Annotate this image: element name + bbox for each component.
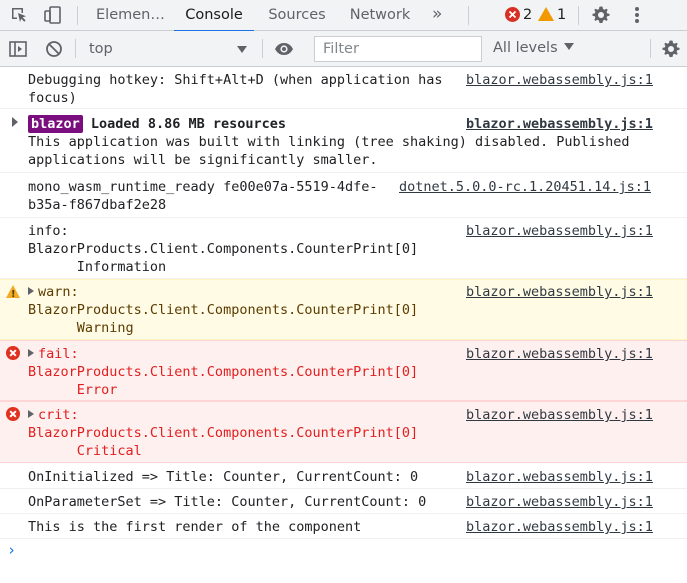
eye-icon[interactable] [274,39,294,59]
context-selector[interactable]: top [81,35,253,63]
log-levels-dropdown[interactable]: All levels [493,31,574,67]
source-link[interactable]: blazor.webassembly.js:1 [466,222,653,240]
console-message-group: blazor Loaded 8.86 MB resources This app… [0,109,687,173]
source-link[interactable]: blazor.webassembly.js:1 [466,468,653,486]
source-link[interactable]: dotnet.5.0.0-rc.1.20451.14.js:1 [399,178,651,196]
console-toolbar: top All levels [0,31,687,67]
source-link[interactable]: blazor.webassembly.js:1 [466,493,653,511]
tab-network[interactable]: Network [345,0,415,31]
settings-gear-icon[interactable] [591,5,611,25]
message-text: OnParameterSet => Title: Counter, Curren… [28,494,427,510]
message-text: crit: BlazorProducts.Client.Components.C… [28,407,419,459]
tab-console[interactable]: Console [174,0,254,32]
console-error-message: crit: BlazorProducts.Client.Components.C… [0,401,687,463]
console-settings-gear-icon[interactable] [661,39,681,59]
toolbar-divider [75,39,76,58]
devtools-tab-bar: Elemen… Console Sources Network » 2 1 [0,0,687,32]
message-text: This is the first render of the componen… [28,519,362,535]
clear-console-icon[interactable] [44,39,64,59]
filter-input[interactable] [314,36,482,62]
warning-icon [6,285,20,304]
warning-count[interactable]: 1 [557,0,566,31]
source-link[interactable]: blazor.webassembly.js:1 [466,71,653,89]
warning-count-icon[interactable] [538,7,554,21]
console-message: OnInitialized => Title: Counter, Current… [0,464,687,489]
source-link[interactable]: blazor.webassembly.js:1 [466,115,653,133]
error-count-icon[interactable] [505,7,520,22]
message-text: Debugging hotkey: Shift+Alt+D (when appl… [28,72,443,106]
expand-arrow-icon[interactable] [28,287,34,295]
kebab-menu-icon[interactable] [627,5,647,25]
console-messages: Debugging hotkey: Shift+Alt+D (when appl… [0,67,687,583]
source-link[interactable]: blazor.webassembly.js:1 [466,518,653,536]
console-message: Debugging hotkey: Shift+Alt+D (when appl… [0,67,687,109]
source-link[interactable]: blazor.webassembly.js:1 [466,345,653,363]
toolbar-divider [262,39,263,58]
error-icon [6,407,20,421]
console-message: info: BlazorProducts.Client.Components.C… [0,218,687,279]
source-link[interactable]: blazor.webassembly.js:1 [466,283,653,301]
console-error-message: fail: BlazorProducts.Client.Components.C… [0,340,687,401]
more-tabs-icon[interactable]: » [432,0,442,31]
device-toolbar-icon[interactable] [43,5,63,25]
message-text: warn: BlazorProducts.Client.Components.C… [28,284,419,336]
chevron-down-icon [237,46,247,53]
console-prompt[interactable]: › [7,541,16,559]
chevron-down-icon [563,43,574,50]
console-message: OnParameterSet => Title: Counter, Curren… [0,489,687,514]
sidebar-toggle-icon[interactable] [8,39,28,59]
inspect-element-icon[interactable] [9,5,29,25]
log-levels-label: All levels [493,40,558,56]
message-title: Loaded 8.86 MB resources [90,116,286,132]
console-warning-message: warn: BlazorProducts.Client.Components.C… [0,279,687,340]
toolbar-divider [650,39,651,58]
source-link[interactable]: blazor.webassembly.js:1 [466,406,653,424]
context-selector-value: top [89,41,113,57]
tabbar-divider [578,6,579,25]
expand-arrow-icon[interactable] [28,349,34,357]
message-text: fail: BlazorProducts.Client.Components.C… [28,346,419,398]
message-text: info: BlazorProducts.Client.Components.C… [28,223,419,275]
error-icon [6,346,20,360]
message-text: OnInitialized => Title: Counter, Current… [28,469,419,485]
expand-arrow-icon[interactable] [28,410,34,418]
message-text: mono_wasm_runtime_ready fe00e07a-5519-4d… [28,179,378,213]
console-message: This is the first render of the componen… [0,514,687,539]
console-message: mono_wasm_runtime_ready fe00e07a-5519-4d… [0,173,687,218]
error-count[interactable]: 2 [523,0,532,31]
tab-elements[interactable]: Elemen… [96,0,165,31]
tab-sources[interactable]: Sources [263,0,331,31]
tabbar-divider [77,6,78,25]
blazor-badge: blazor [28,115,83,133]
tabbar-divider [468,6,469,25]
expand-arrow-icon[interactable] [12,117,18,127]
